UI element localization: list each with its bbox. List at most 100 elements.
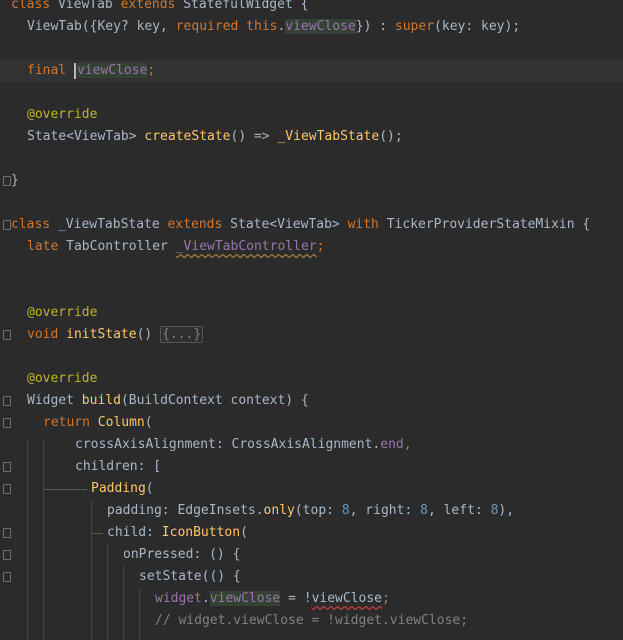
code-line[interactable]: onPressed: () { xyxy=(0,544,623,566)
token: widget xyxy=(155,591,202,606)
code-text: late TabController _ViewTabController; xyxy=(27,236,324,258)
code-line[interactable]: class ViewTab extends StatefulWidget { xyxy=(0,0,623,16)
token: . xyxy=(201,591,210,606)
code-line[interactable]: State<ViewTab> createState() => _ViewTab… xyxy=(0,126,623,148)
code-line[interactable]: void initState() {...} xyxy=(0,324,623,346)
code-text: child: IconButton( xyxy=(107,522,248,544)
token: ViewTab xyxy=(57,0,121,12)
token: viewClose xyxy=(209,591,281,606)
fold-marker-icon[interactable] xyxy=(3,572,11,582)
code-line[interactable]: late TabController _ViewTabController; xyxy=(0,236,623,258)
code-line[interactable]: Widget build(BuildContext context) { xyxy=(0,390,623,412)
token: this xyxy=(246,19,278,34)
token: viewClose xyxy=(76,63,148,78)
token: ; xyxy=(147,63,156,78)
code-text: State<ViewTab> createState() => _ViewTab… xyxy=(27,126,403,148)
code-text: return Column( xyxy=(43,412,153,434)
code-line[interactable]: child: IconButton( xyxy=(0,522,623,544)
code-line[interactable]: Padding( xyxy=(0,478,623,500)
token: (key: key); xyxy=(434,19,521,34)
fold-marker-icon[interactable] xyxy=(3,176,11,186)
token: EdgeInsets. xyxy=(177,503,264,518)
token: IconButton xyxy=(161,525,241,540)
token: TickerProviderStateMixin { xyxy=(386,217,591,232)
token: class xyxy=(11,0,58,12)
token: _ViewTabState xyxy=(277,129,380,144)
token: }) : xyxy=(355,19,395,34)
token: } xyxy=(11,173,19,188)
code-line[interactable]: children: [ xyxy=(0,456,623,478)
code-line[interactable]: @override xyxy=(0,368,623,390)
code-line[interactable]: @override xyxy=(0,302,623,324)
code-line[interactable]: @override xyxy=(0,104,623,126)
token: Widget xyxy=(27,393,82,408)
token: only xyxy=(263,503,295,518)
token: end xyxy=(380,437,404,452)
token: State<ViewTab> xyxy=(27,129,145,144)
token: initState xyxy=(66,327,137,342)
code-editor[interactable]: class ViewTab extends StatefulWidget { V… xyxy=(0,0,623,640)
fold-marker-icon[interactable] xyxy=(3,220,11,230)
code-line[interactable]: } xyxy=(0,170,623,192)
code-line[interactable]: ViewTab({Key? key, required this.viewClo… xyxy=(0,16,623,38)
token: @override xyxy=(27,305,98,320)
code-text: setState(() { xyxy=(139,566,241,588)
token: viewClose xyxy=(285,19,356,34)
token: children: [ xyxy=(75,459,162,474)
fold-marker-icon[interactable] xyxy=(3,330,11,340)
token: 8 xyxy=(341,503,350,518)
fold-marker-icon[interactable] xyxy=(3,550,11,560)
token: setState(() { xyxy=(139,569,241,584)
token: with xyxy=(347,217,387,232)
fold-marker-icon[interactable] xyxy=(3,484,11,494)
fold-marker-icon[interactable] xyxy=(3,396,11,406)
token: ; xyxy=(316,239,325,254)
token: return xyxy=(43,415,98,430)
token: extends xyxy=(167,217,231,232)
token: @override xyxy=(27,107,98,122)
fold-marker-icon[interactable] xyxy=(3,462,11,472)
token: () => xyxy=(230,129,278,144)
code-line[interactable]: setState(() { xyxy=(0,566,623,588)
token: ViewTab({Key? key, xyxy=(27,19,176,34)
code-line[interactable]: crossAxisAlignment: CrossAxisAlignment.e… xyxy=(0,434,623,456)
code-line[interactable]: padding: EdgeInsets.only(top: 8, right: … xyxy=(0,500,623,522)
code-line[interactable]: widget.viewClose = !viewClose; xyxy=(0,588,623,610)
token: , left: xyxy=(427,503,491,518)
code-text: Widget build(BuildContext context) { xyxy=(27,390,309,412)
code-text: crossAxisAlignment: CrossAxisAlignment.e… xyxy=(75,434,412,456)
token: final xyxy=(27,63,74,78)
token: , right: xyxy=(349,503,421,518)
token: = ! xyxy=(280,591,312,606)
fold-marker-icon[interactable] xyxy=(3,418,11,428)
token: TabController xyxy=(66,239,176,254)
code-line[interactable]: class _ViewTabState extends State<ViewTa… xyxy=(0,214,623,236)
code-text: final viewClose; xyxy=(27,60,155,82)
token: viewClose xyxy=(311,591,383,606)
code-text: padding: EdgeInsets.only(top: 8, right: … xyxy=(107,500,514,522)
code-line-current[interactable]: final viewClose; xyxy=(0,60,623,82)
token: crossAxisAlignment: CrossAxisAlignment. xyxy=(75,437,381,452)
code-text: children: [ xyxy=(75,456,161,478)
code-text: onPressed: () { xyxy=(123,544,240,566)
folded-code-button[interactable]: {...} xyxy=(160,326,204,343)
fold-marker-icon[interactable] xyxy=(3,528,11,538)
token: class xyxy=(11,217,58,232)
token: (BuildContext context) { xyxy=(120,393,309,408)
token: _ViewTabController xyxy=(175,239,317,254)
token: StatefulWidget { xyxy=(183,0,309,12)
token: ( xyxy=(144,415,153,430)
code-line[interactable]: return Column( xyxy=(0,412,623,434)
token: (); xyxy=(379,129,403,144)
token: ( xyxy=(145,481,154,496)
code-text: ViewTab({Key? key, required this.viewClo… xyxy=(27,16,520,38)
code-text: widget.viewClose = !viewClose; xyxy=(155,588,390,610)
code-text: void initState() {...} xyxy=(27,324,204,346)
token: , xyxy=(403,437,412,452)
token: @override xyxy=(27,371,98,386)
code-line[interactable]: // widget.viewClose = !widget.viewClose; xyxy=(0,610,623,632)
token: build xyxy=(81,393,121,408)
token: createState xyxy=(144,129,231,144)
code-text: // widget.viewClose = !widget.viewClose; xyxy=(155,610,468,632)
code-text: @override xyxy=(27,104,97,126)
